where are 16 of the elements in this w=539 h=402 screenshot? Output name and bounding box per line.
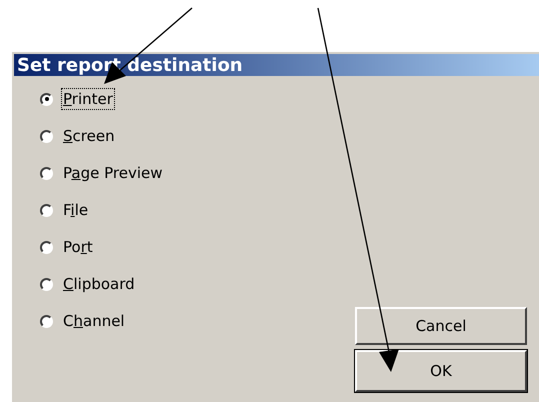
radio-button[interactable] <box>40 204 53 216</box>
option-label[interactable]: Clipboard <box>62 274 136 294</box>
option-label[interactable]: Channel <box>62 311 126 331</box>
dialog-button[interactable]: Cancel <box>355 307 527 345</box>
option-label[interactable]: Page Preview <box>62 163 164 183</box>
radio-button[interactable] <box>40 314 53 328</box>
option-label[interactable]: Port <box>62 237 94 257</box>
default-button[interactable]: OK <box>355 350 527 392</box>
option-label[interactable]: File <box>62 200 90 220</box>
radio-button[interactable] <box>40 166 53 180</box>
radio-button[interactable] <box>40 130 53 142</box>
radio-button[interactable] <box>40 92 53 106</box>
option-label[interactable]: Printer <box>62 89 114 109</box>
radio-button[interactable] <box>40 278 53 290</box>
radio-button[interactable] <box>40 240 53 254</box>
option-label[interactable]: Screen <box>62 126 116 146</box>
